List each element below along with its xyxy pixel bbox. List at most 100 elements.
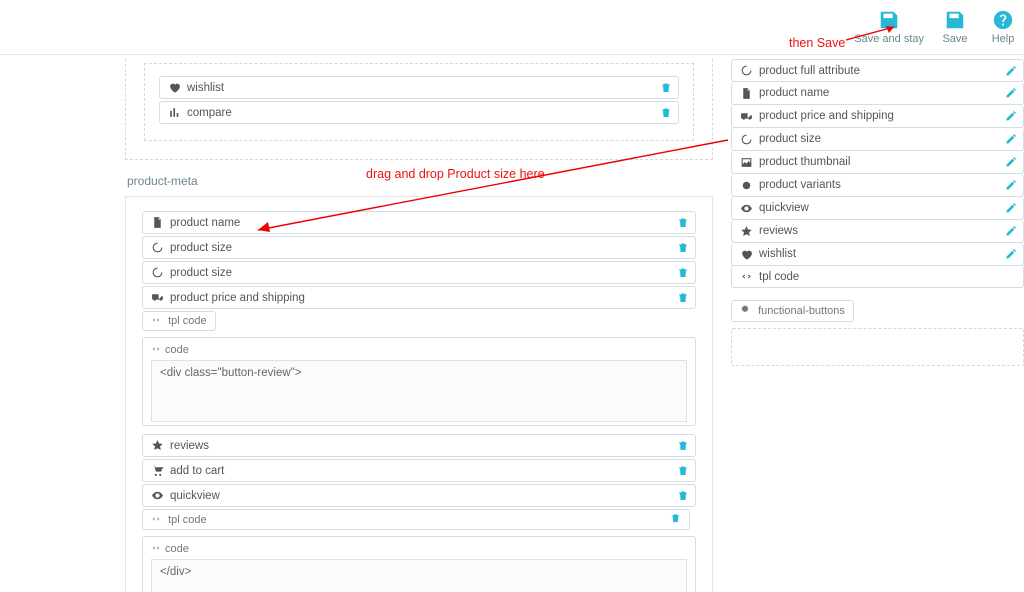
heart-icon (168, 81, 181, 94)
bars-icon (168, 106, 181, 119)
code-textarea[interactable] (151, 559, 687, 592)
spinner-icon (740, 64, 753, 77)
save-label: Save (942, 33, 967, 45)
delete-icon[interactable] (677, 267, 689, 279)
delete-icon[interactable] (677, 292, 689, 304)
layout-item[interactable]: reviews (731, 220, 1024, 243)
layout-item-label: product price and shipping (759, 110, 1005, 122)
save-icon (878, 9, 900, 31)
tplcode-label: tpl code (168, 315, 207, 327)
spinner-icon (151, 266, 164, 279)
circle-icon (740, 179, 753, 192)
layout-item-label: compare (187, 107, 660, 119)
layout-item-label: reviews (170, 440, 677, 452)
file-icon (151, 216, 164, 229)
cart-icon (151, 464, 164, 477)
edit-icon[interactable] (1005, 225, 1017, 237)
delete-icon[interactable] (677, 490, 689, 502)
delete-icon[interactable] (677, 242, 689, 254)
layout-item-label: product size (759, 133, 1005, 145)
eye-icon (740, 202, 753, 215)
code-icon (740, 270, 753, 283)
eye-icon (151, 489, 164, 502)
layout-item[interactable]: product size (142, 261, 696, 284)
layout-item[interactable]: product name (142, 211, 696, 234)
layout-item[interactable]: product size (731, 128, 1024, 151)
spinner-icon (740, 133, 753, 146)
code-label-text: code (165, 344, 189, 356)
widgets-row-label: tpl code (759, 271, 1017, 283)
code-block: code (142, 337, 696, 426)
save-and-stay-button[interactable]: Save and stay (854, 9, 924, 45)
widgets-row-tplcode[interactable]: tpl code (731, 265, 1024, 288)
layout-item[interactable]: product price and shipping (731, 105, 1024, 128)
layout-item-label: wishlist (187, 82, 660, 94)
help-label: Help (992, 33, 1015, 45)
layout-item[interactable]: wishlist (731, 243, 1024, 266)
star-icon (151, 439, 164, 452)
code-block: code (142, 536, 696, 592)
layout-item[interactable]: add to cart (142, 459, 696, 482)
save-button[interactable]: Save (938, 9, 972, 45)
layout-item-label: quickview (170, 490, 677, 502)
delete-icon[interactable] (660, 82, 672, 94)
product-meta-panel: product name product size product size p… (125, 196, 713, 592)
code-label: code (151, 543, 687, 555)
layout-item[interactable]: compare (159, 101, 679, 124)
layout-item-label: product name (759, 87, 1005, 99)
layout-item[interactable]: wishlist (159, 76, 679, 99)
edit-icon[interactable] (1005, 248, 1017, 260)
layout-item-label: add to cart (170, 465, 677, 477)
delete-icon[interactable] (660, 107, 672, 119)
layout-item-label: product price and shipping (170, 292, 677, 304)
edit-icon[interactable] (1005, 156, 1017, 168)
layout-item-label: product thumbnail (759, 156, 1005, 168)
edit-icon[interactable] (1005, 87, 1017, 99)
truck-icon (740, 110, 753, 123)
code-icon (151, 543, 161, 553)
layout-item[interactable]: quickview (142, 484, 696, 507)
code-icon (151, 514, 161, 524)
delete-icon[interactable] (677, 440, 689, 452)
toolbar: Save and stay Save Help (0, 0, 1024, 55)
tplcode-chip[interactable]: tpl code (142, 509, 690, 530)
edit-icon[interactable] (1005, 179, 1017, 191)
code-label-text: code (165, 543, 189, 555)
star-icon (740, 225, 753, 238)
delete-icon[interactable] (677, 465, 689, 477)
layout-item-label: product name (170, 217, 677, 229)
help-icon (992, 9, 1014, 31)
layout-item[interactable]: product variants (731, 174, 1024, 197)
layout-item-label: product variants (759, 179, 1005, 191)
trash-icon[interactable] (670, 513, 681, 524)
heart-icon (740, 248, 753, 261)
layout-item-label: wishlist (759, 248, 1005, 260)
functional-buttons-dropzone[interactable] (731, 328, 1024, 366)
layout-item[interactable]: quickview (731, 197, 1024, 220)
edit-icon[interactable] (1005, 65, 1017, 77)
layout-item[interactable]: product full attribute (731, 59, 1024, 82)
functional-buttons-label: functional-buttons (758, 305, 845, 317)
layout-item[interactable]: reviews (142, 434, 696, 457)
layout-item[interactable]: product name (731, 82, 1024, 105)
tplcode-chip[interactable]: tpl code (142, 311, 216, 331)
file-icon (740, 87, 753, 100)
puzzle-icon (740, 305, 750, 315)
delete-icon[interactable] (677, 217, 689, 229)
spinner-icon (151, 241, 164, 254)
edit-icon[interactable] (1005, 202, 1017, 214)
help-button[interactable]: Help (986, 9, 1020, 45)
edit-icon[interactable] (1005, 133, 1017, 145)
widgets-list: product full attribute product name prod… (731, 59, 1024, 266)
functional-buttons-chip[interactable]: functional-buttons (731, 300, 854, 322)
code-textarea[interactable] (151, 360, 687, 422)
layout-column: wishlist compare product-meta product na… (125, 55, 713, 592)
layout-item[interactable]: product thumbnail (731, 151, 1024, 174)
dropzone[interactable]: wishlist compare (144, 63, 694, 141)
code-icon (151, 344, 161, 354)
layout-item-label: product size (170, 242, 677, 254)
layout-item[interactable]: product size (142, 236, 696, 259)
main: wishlist compare product-meta product na… (0, 55, 1024, 592)
layout-item[interactable]: product price and shipping (142, 286, 696, 309)
edit-icon[interactable] (1005, 110, 1017, 122)
